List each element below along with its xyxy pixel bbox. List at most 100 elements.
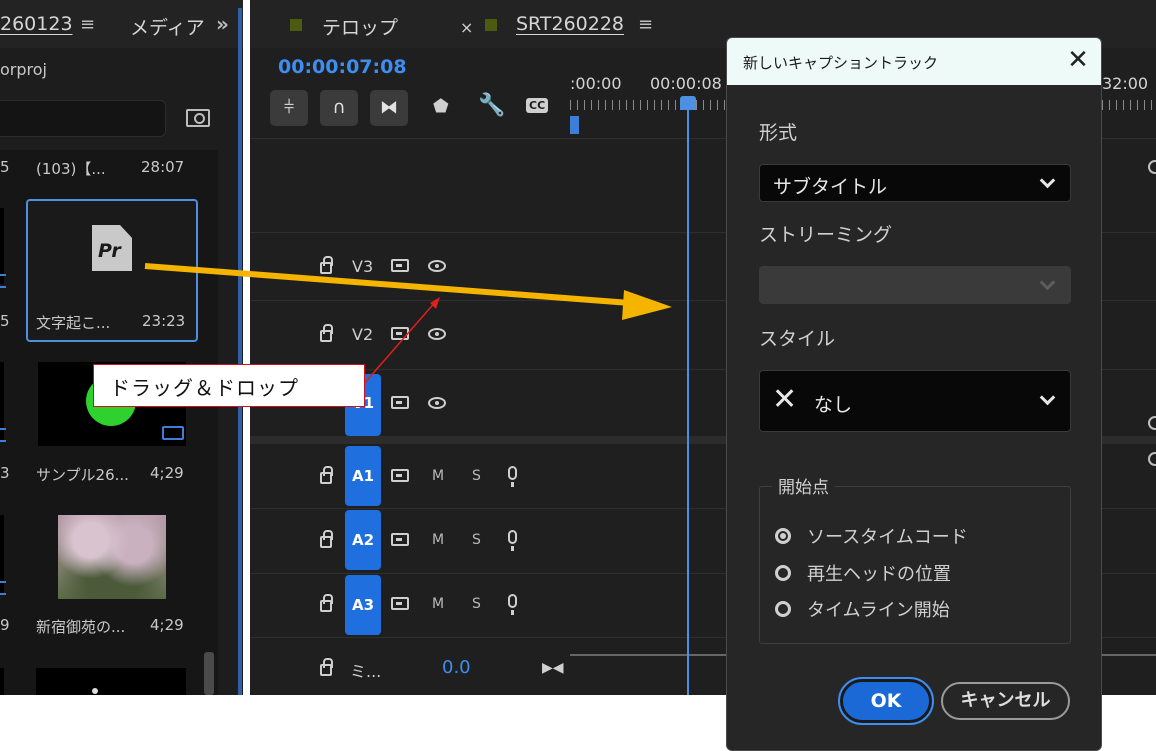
thumbnail-name: 文字起こ...	[36, 314, 111, 332]
lock-icon[interactable]	[320, 658, 333, 676]
find-icon[interactable]	[186, 109, 210, 127]
callout-text: ドラッグ＆ドロップ	[110, 376, 299, 400]
sync-lock-icon[interactable]	[391, 533, 409, 546]
lock-icon[interactable]	[320, 256, 333, 274]
playhead-timecode[interactable]: 00:00:07:08	[278, 56, 407, 78]
style-label: スタイル	[759, 328, 836, 350]
clip-digit: 9	[0, 616, 10, 634]
premiere-project-file-icon: Pr	[92, 225, 132, 271]
thumbnail-duration: 28:07	[141, 158, 185, 176]
wrench-icon[interactable]: 🔧	[478, 93, 505, 118]
linked-selection-icon[interactable]: ⧓	[370, 90, 408, 126]
close-tab-icon[interactable]: ×	[460, 18, 473, 37]
track-name-v3[interactable]: V3	[352, 257, 373, 276]
clip-thumbnail-partial[interactable]	[0, 668, 4, 695]
track-target-a1[interactable]: A1	[345, 446, 381, 506]
no-style-icon: ✕	[772, 382, 798, 417]
ruler-time-end: 32:00	[1102, 74, 1149, 93]
tab-menu-icon[interactable]: ≡	[80, 14, 95, 35]
cancel-button[interactable]: キャンセル	[941, 682, 1070, 720]
time-ruler[interactable]	[570, 100, 730, 110]
mic-icon[interactable]	[508, 530, 517, 551]
thumbnail-name: サンプル26...	[36, 466, 129, 484]
format-label: 形式	[759, 122, 798, 144]
radio-label[interactable]: 再生ヘッドの位置	[807, 560, 951, 586]
tab-sequence-telop[interactable]: テロップ	[322, 13, 398, 40]
vertical-scrollbar[interactable]	[204, 652, 214, 695]
ok-button[interactable]: OK	[838, 677, 934, 725]
start-point-label: 開始点	[772, 473, 835, 498]
eye-icon[interactable]	[428, 260, 446, 272]
sync-lock-icon[interactable]	[391, 327, 409, 340]
mic-icon[interactable]	[508, 466, 517, 487]
captions-icon[interactable]: CC	[526, 98, 549, 113]
clip-thumbnail[interactable]	[36, 668, 186, 695]
radio-source-timecode[interactable]	[775, 528, 791, 544]
format-select[interactable]: サブタイトル	[759, 164, 1071, 202]
playhead-handle[interactable]	[680, 96, 696, 110]
tab-media[interactable]: メディア	[130, 13, 205, 40]
radio-timeline-start[interactable]	[775, 601, 791, 617]
time-ruler[interactable]	[1102, 100, 1156, 110]
sequence-badge-icon	[162, 426, 184, 440]
radio-label[interactable]: ソースタイムコード	[807, 523, 968, 549]
ruler-time-8s: 00:00:08	[650, 74, 722, 93]
eye-icon[interactable]	[428, 328, 446, 340]
sync-lock-icon[interactable]	[391, 597, 409, 610]
radio-playhead-position[interactable]	[775, 565, 791, 581]
lock-icon[interactable]	[320, 530, 333, 548]
overflow-tabs-icon[interactable]: »	[216, 12, 229, 36]
mic-icon[interactable]	[508, 594, 517, 615]
clip-badge	[0, 274, 6, 288]
tab-sequence-srt[interactable]: SRT260228	[516, 13, 624, 35]
mute-button[interactable]: M	[432, 532, 444, 548]
eye-icon[interactable]	[428, 397, 446, 409]
mute-button[interactable]: M	[432, 468, 444, 484]
master-volume[interactable]: 0.0	[442, 657, 471, 678]
clip-digit: 5	[0, 158, 10, 176]
track-target-a3[interactable]: A3	[345, 575, 381, 635]
close-icon[interactable]: ✕	[1064, 46, 1092, 74]
solo-button[interactable]: S	[472, 532, 481, 548]
lock-icon[interactable]	[320, 466, 333, 484]
selected-clip-card[interactable]: Pr 文字起こ... 23:23	[26, 199, 198, 342]
snap-icon[interactable]: ∩	[320, 90, 358, 126]
new-caption-track-dialog: 新しいキャプショントラック ✕ 形式 サブタイトル ストリーミング スタイル ✕…	[726, 37, 1102, 751]
track-target-a2[interactable]: A2	[345, 510, 381, 570]
project-filename: orproj	[0, 60, 47, 79]
search-input[interactable]	[0, 100, 166, 137]
chevron-down-icon	[1039, 274, 1056, 291]
thumbnail-duration: 4;29	[150, 464, 184, 482]
tab-project-bin[interactable]: 260123	[0, 13, 73, 35]
cherry-blossom-thumbnail[interactable]	[58, 515, 166, 599]
mute-button[interactable]: M	[432, 596, 444, 612]
solo-button[interactable]: S	[472, 596, 481, 612]
thumbnail-duration: 4;29	[150, 616, 184, 634]
clip-badge	[0, 428, 6, 442]
media-grid: 5 (103)【... 28:07 5 Pr 文字起こ... 23:23 3 サ…	[0, 150, 218, 695]
sync-lock-icon[interactable]	[391, 259, 409, 272]
master-track-name: ミ...	[350, 662, 382, 681]
style-value: なし	[814, 394, 853, 416]
clip-thumbnail-partial[interactable]	[0, 208, 4, 284]
sequence-color-swatch	[290, 19, 302, 31]
radio-label[interactable]: タイムライン開始	[807, 596, 950, 622]
lock-icon[interactable]	[320, 324, 333, 342]
solo-button[interactable]: S	[472, 468, 481, 484]
lock-icon[interactable]	[320, 594, 333, 612]
tab-menu-icon[interactable]: ≡	[638, 14, 653, 35]
in-point-marker[interactable]	[570, 116, 579, 134]
marker-icon[interactable]: ⬟	[433, 96, 449, 117]
sync-lock-icon[interactable]	[391, 469, 409, 482]
insert-edit-icon[interactable]: ⫩	[270, 90, 308, 126]
ruler-time-start: :00:00	[570, 74, 622, 93]
drag-drop-callout: ドラッグ＆ドロップ	[93, 364, 365, 407]
sync-lock-icon[interactable]	[391, 396, 409, 409]
streaming-select[interactable]	[759, 266, 1071, 304]
go-to-end-icon[interactable]: ▶◀	[542, 660, 564, 676]
track-name-v2[interactable]: V2	[352, 325, 373, 344]
format-value: サブタイトル	[773, 176, 888, 198]
thumbnail-name: 新宿御苑の...	[36, 618, 126, 636]
sequence-color-swatch	[485, 19, 497, 31]
style-select[interactable]: ✕ なし	[759, 370, 1071, 432]
